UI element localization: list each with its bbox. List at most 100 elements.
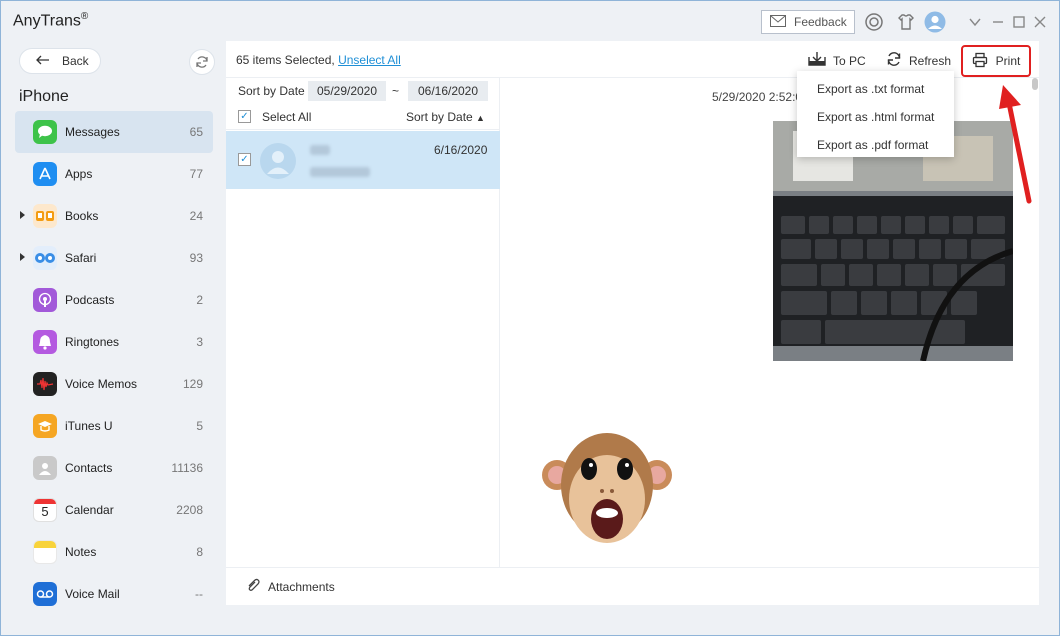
sidebar-item-label: Voice Memos — [65, 377, 138, 391]
expand-arrow-icon[interactable] — [20, 253, 25, 261]
sidebar-item-itunes-u[interactable]: iTunes U 5 — [15, 405, 213, 447]
category-list: Messages 65 Apps 77 Books 24 Safari 93 P… — [15, 111, 213, 615]
contacts-icon — [33, 456, 57, 480]
back-button[interactable]: Back — [19, 48, 101, 74]
date-from-field[interactable]: 05/29/2020 — [308, 81, 386, 101]
sidebar-item-label: Podcasts — [65, 293, 115, 307]
row-checkbox[interactable]: ✓ — [238, 153, 251, 166]
red-annotation-arrow — [999, 85, 1032, 204]
export-to-pc-icon — [808, 51, 826, 70]
contact-name-redacted — [310, 145, 330, 155]
print-button[interactable]: Print — [961, 45, 1031, 77]
conversation-date: 6/16/2020 — [434, 143, 488, 157]
attachments-label: Attachments — [268, 579, 335, 594]
select-all-row: ✓ Select All Sort by Date ▲ — [226, 104, 500, 130]
minimize-icon[interactable] — [987, 11, 1009, 33]
sidebar-item-count: 3 — [196, 335, 203, 349]
date-filter-bar: Sort by Date 05/29/2020 ~ 06/16/2020 — [226, 78, 500, 104]
sidebar-item-label: Safari — [65, 251, 97, 265]
contact-avatar-icon — [260, 143, 296, 179]
attachments-button[interactable]: Attachments — [226, 567, 1039, 605]
export-html-option[interactable]: Export as .html format — [797, 103, 954, 131]
chevron-down-icon[interactable] — [964, 11, 986, 33]
ringtones-icon — [33, 330, 57, 354]
sync-icon — [196, 56, 208, 68]
calendar-day: 5 — [41, 504, 49, 519]
selected-count-text: 65 items Selected, — [236, 53, 335, 67]
sidebar-item-count: 93 — [189, 251, 203, 265]
sidebar-item-label: iTunes U — [65, 419, 113, 433]
apps-icon — [33, 162, 57, 186]
sidebar-item-count: 77 — [189, 167, 203, 181]
sidebar-item-podcasts[interactable]: Podcasts 2 — [15, 279, 213, 321]
to-pc-button[interactable]: To PC — [808, 51, 866, 70]
export-format-menu: Export as .txt format Export as .html fo… — [797, 71, 954, 157]
select-all-checkbox[interactable]: ✓ — [238, 110, 251, 123]
sidebar-item-contacts[interactable]: Contacts 11136 — [15, 447, 213, 489]
mail-icon — [770, 14, 786, 30]
device-name: iPhone — [19, 88, 69, 105]
to-pc-label: To PC — [833, 53, 866, 68]
sidebar-item-messages[interactable]: Messages 65 — [15, 111, 213, 153]
back-label: Back — [62, 54, 89, 68]
unselect-all-link[interactable]: Unselect All — [338, 53, 401, 67]
sidebar-item-count: 2 — [196, 293, 203, 307]
sidebar-item-count: 11136 — [171, 461, 203, 475]
export-txt-option[interactable]: Export as .txt format — [797, 75, 954, 103]
sidebar-item-apps[interactable]: Apps 77 — [15, 153, 213, 195]
paperclip-icon — [246, 578, 260, 595]
feedback-button[interactable]: Feedback — [761, 10, 855, 34]
sidebar-item-label: Ringtones — [65, 335, 120, 349]
sidebar-item-label: Notes — [65, 545, 97, 559]
voice-memos-icon — [33, 372, 57, 396]
refresh-button[interactable]: Refresh — [886, 51, 951, 70]
sidebar-item-notes[interactable]: Notes 8 — [15, 531, 213, 573]
message-list-pane: Sort by Date 05/29/2020 ~ 06/16/2020 ✓ S… — [226, 78, 500, 567]
sidebar-item-count: 8 — [196, 545, 203, 559]
theme-icon[interactable] — [895, 11, 917, 33]
print-label: Print — [995, 54, 1021, 68]
arrow-left-icon — [36, 54, 50, 68]
sidebar-item-voice-memos[interactable]: Voice Memos 129 — [15, 363, 213, 405]
message-preview-pane: 5/29/2020 2:52:0 — [501, 78, 1039, 567]
calendar-icon: 5 — [33, 498, 57, 522]
sidebar-item-calendar[interactable]: 5 Calendar 2208 — [15, 489, 213, 531]
date-to-field[interactable]: 06/16/2020 — [408, 81, 488, 101]
itunes-u-icon — [33, 414, 57, 438]
title-bar: AnyTrans® Feedback — [1, 1, 1059, 41]
sidebar-item-label: Books — [65, 209, 99, 223]
refresh-icon — [886, 51, 902, 70]
sidebar-item-label: Messages — [65, 125, 120, 139]
books-icon — [33, 204, 57, 228]
export-pdf-option[interactable]: Export as .pdf format — [797, 131, 954, 159]
sidebar-item-ringtones[interactable]: Ringtones 3 — [15, 321, 213, 363]
sort-by-date-toggle[interactable]: Sort by Date ▲ — [406, 110, 485, 124]
sidebar-item-label: Contacts — [65, 461, 113, 475]
sort-ascending-icon: ▲ — [476, 113, 485, 123]
selection-status: 65 items Selected, Unselect All — [236, 53, 401, 67]
expand-arrow-icon[interactable] — [20, 211, 25, 219]
close-icon[interactable] — [1029, 11, 1051, 33]
monkey-memoji-sticker — [537, 423, 677, 563]
sidebar-item-count: 129 — [182, 377, 203, 391]
sidebar-item-voice-mail[interactable]: Voice Mail -- — [15, 573, 213, 615]
contact-number-redacted — [310, 167, 370, 177]
sidebar-item-count: 24 — [189, 209, 203, 223]
sidebar-item-safari[interactable]: Safari 93 — [15, 237, 213, 279]
safari-icon — [33, 246, 57, 270]
support-icon[interactable] — [863, 11, 885, 33]
sidebar-item-books[interactable]: Books 24 — [15, 195, 213, 237]
sidebar-item-label: Calendar — [65, 503, 114, 517]
printer-icon — [972, 52, 988, 71]
app-title: AnyTrans® — [13, 11, 89, 30]
conversation-row[interactable]: ✓ 6/16/2020 — [226, 131, 500, 189]
refresh-label: Refresh — [909, 53, 952, 68]
account-avatar-icon[interactable] — [924, 11, 946, 33]
sidebar: Back iPhone Messages 65 Apps 77 Books 24… — [1, 41, 225, 635]
maximize-icon[interactable] — [1008, 11, 1030, 33]
sidebar-item-count: -- — [195, 587, 203, 601]
messages-icon — [33, 120, 57, 144]
sync-button[interactable] — [189, 49, 215, 75]
date-range-separator: ~ — [392, 84, 400, 98]
sidebar-item-label: Apps — [65, 167, 93, 181]
